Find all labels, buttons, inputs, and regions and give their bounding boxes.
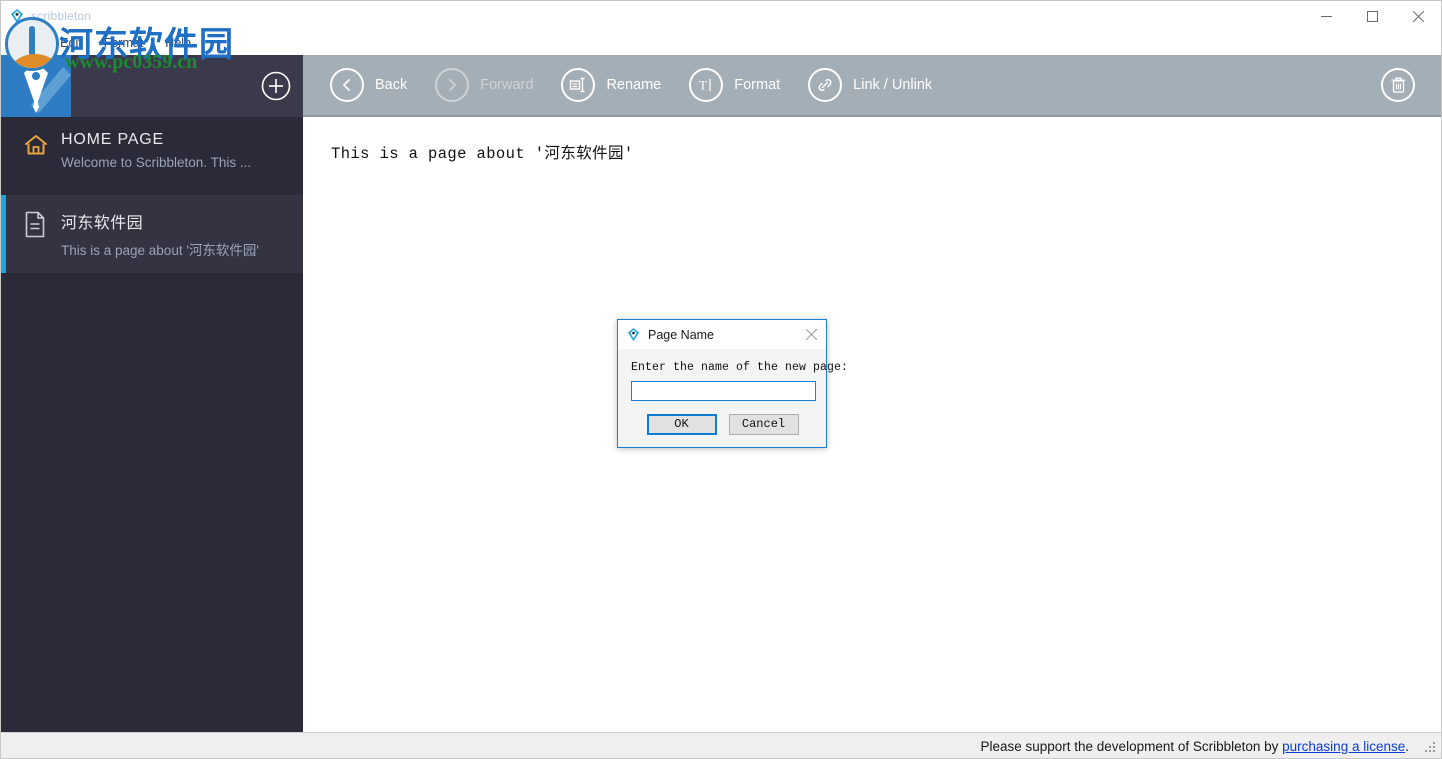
text-format-icon: T xyxy=(689,68,724,102)
title-bar-left: scribbleton xyxy=(1,8,91,24)
purchase-license-link[interactable]: purchasing a license xyxy=(1282,739,1405,754)
status-bar: Please support the development of Scribb… xyxy=(1,732,1441,758)
add-page-button[interactable] xyxy=(261,71,291,101)
sidebar-item-home-subtitle: Welcome to Scribbleton. This ... xyxy=(61,155,252,170)
window-title: scribbleton xyxy=(31,9,92,23)
rename-button[interactable]: Rename xyxy=(561,68,661,102)
rename-button-label: Rename xyxy=(606,77,662,93)
home-icon xyxy=(23,133,49,161)
window-controls xyxy=(1303,1,1441,31)
dialog-body: Enter the name of the new page: OK Cance… xyxy=(618,349,849,447)
toolbar: Back Forward Rename T Format Link / Unli… xyxy=(303,55,1441,117)
document-icon xyxy=(23,211,49,239)
page-name-input[interactable] xyxy=(631,381,816,401)
menu-item-format[interactable]: Format xyxy=(93,33,155,53)
menu-bar: File Edit Format Help xyxy=(1,31,1441,55)
dialog-title-bar[interactable]: Page Name xyxy=(618,320,826,349)
title-bar[interactable]: scribbleton xyxy=(1,1,1441,31)
application-window: scribbleton File Edit Format Help HOME P… xyxy=(0,0,1442,759)
sidebar-item-page-2-subtitle: This is a page about '河东软件园' xyxy=(61,243,259,258)
sidebar-item-home-text: HOME PAGE Welcome to Scribbleton. This .… xyxy=(61,131,289,170)
chevron-right-icon xyxy=(435,68,470,102)
rename-icon xyxy=(561,68,596,102)
close-icon[interactable] xyxy=(800,324,822,346)
maximize-icon[interactable] xyxy=(1349,1,1395,31)
ok-button[interactable]: OK xyxy=(646,414,717,435)
format-button-label: Format xyxy=(734,77,781,93)
cancel-button[interactable]: Cancel xyxy=(728,414,799,435)
trash-icon xyxy=(1381,68,1415,102)
sidebar-item-page-2-text: 河东软件园 This is a page about '河东软件园' xyxy=(61,209,289,259)
link-unlink-button-label: Link / Unlink xyxy=(853,77,933,93)
page-content-text[interactable]: This is a page about '河东软件园' xyxy=(331,141,1413,163)
dialog-title: Page Name xyxy=(648,327,715,342)
dialog-prompt-label: Enter the name of the new page: xyxy=(631,361,849,374)
format-button[interactable]: T Format xyxy=(689,68,780,102)
sidebar-item-home-page[interactable]: HOME PAGE Welcome to Scribbleton. This .… xyxy=(1,117,303,195)
back-button-label: Back xyxy=(375,77,408,93)
chevron-left-icon xyxy=(330,68,364,102)
link-unlink-button[interactable]: Link / Unlink xyxy=(808,68,932,102)
resize-grip-icon[interactable] xyxy=(1423,740,1437,754)
sidebar-header xyxy=(1,55,303,117)
sidebar-item-page-2-title: 河东软件园 xyxy=(61,215,144,232)
link-icon xyxy=(808,68,843,102)
selected-accent-bar xyxy=(1,195,6,273)
menu-item-edit[interactable]: Edit xyxy=(49,33,93,53)
sidebar-item-home-title: HOME PAGE xyxy=(61,131,164,148)
minimize-icon[interactable] xyxy=(1303,1,1349,31)
right-pane: Back Forward Rename T Format Link / Unli… xyxy=(303,55,1441,732)
page-content-area[interactable]: This is a page about '河东软件园' xyxy=(303,119,1441,732)
forward-button-label: Forward xyxy=(480,77,534,93)
menu-item-file[interactable]: File xyxy=(7,33,49,53)
close-icon[interactable] xyxy=(1395,1,1441,31)
pen-nib-icon xyxy=(9,8,25,24)
menu-item-help[interactable]: Help xyxy=(154,33,202,53)
status-bar-text: Please support the development of Scribb… xyxy=(980,739,1423,754)
status-text-before: Please support the development of Scribb… xyxy=(980,739,1283,754)
forward-button[interactable]: Forward xyxy=(435,68,533,102)
sidebar: HOME PAGE Welcome to Scribbleton. This .… xyxy=(1,55,303,732)
page-name-dialog: Page Name Enter the name of the new page… xyxy=(617,319,849,448)
pen-nib-logo-icon xyxy=(1,55,71,117)
back-button[interactable]: Back xyxy=(330,68,407,102)
dialog-buttons: OK Cancel xyxy=(631,414,814,435)
status-text-after: . xyxy=(1405,739,1409,754)
sidebar-item-page-2[interactable]: 河东软件园 This is a page about '河东软件园' xyxy=(1,195,303,273)
pen-nib-icon xyxy=(626,327,641,342)
svg-text:T: T xyxy=(699,78,707,93)
delete-page-button[interactable] xyxy=(1381,68,1415,102)
